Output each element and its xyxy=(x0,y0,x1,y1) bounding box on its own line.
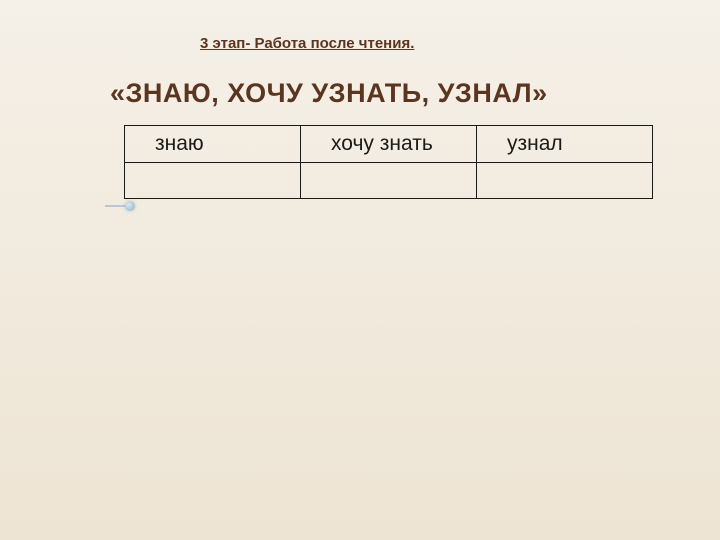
table-row xyxy=(125,163,653,199)
animation-indicator-icon xyxy=(105,202,137,210)
indicator-line xyxy=(105,205,127,207)
indicator-circle xyxy=(125,201,135,211)
table-cell xyxy=(477,163,653,199)
table-cell xyxy=(301,163,477,199)
page-title: «ЗНАЮ, ХОЧУ УЗНАТЬ, УЗНАЛ» xyxy=(110,78,548,109)
table-header-know: знаю xyxy=(125,126,301,163)
stage-label: 3 этап- Работа после чтения. xyxy=(200,35,414,52)
kwl-table: знаю хочу знать узнал xyxy=(124,125,653,199)
table-cell xyxy=(125,163,301,199)
table-header-want: хочу знать xyxy=(301,126,477,163)
table-header-learned: узнал xyxy=(477,126,653,163)
table-header-row: знаю хочу знать узнал xyxy=(125,126,653,163)
kwl-table-container: знаю хочу знать узнал xyxy=(124,125,653,199)
